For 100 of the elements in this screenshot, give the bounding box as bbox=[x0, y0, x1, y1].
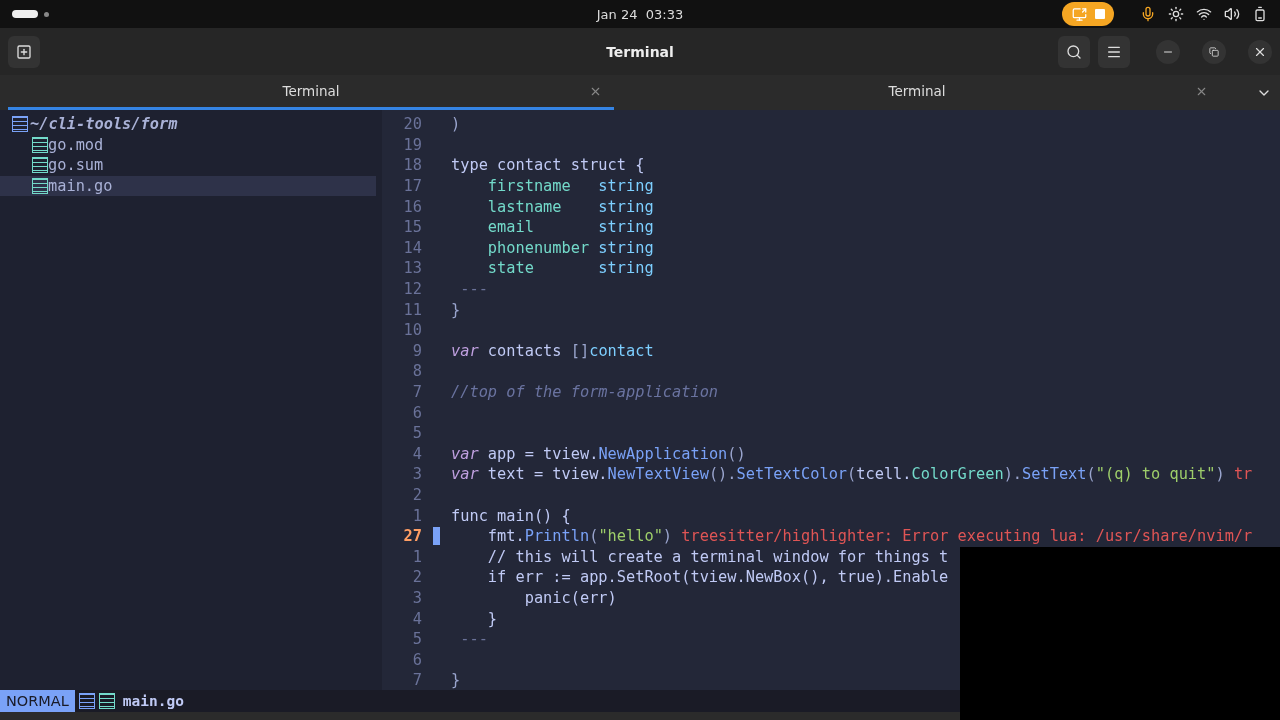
code-token: panic(err) bbox=[523, 588, 617, 607]
line-number: 20 bbox=[402, 115, 422, 134]
file-icon bbox=[32, 178, 48, 195]
line-number: 5 bbox=[411, 630, 422, 649]
code-token: ). bbox=[1003, 465, 1023, 484]
code-token: func main() { bbox=[451, 506, 571, 525]
line-number: 2 bbox=[411, 568, 422, 587]
code-token: () bbox=[727, 444, 746, 463]
line-number: 14 bbox=[402, 238, 422, 257]
code-token: ) bbox=[662, 527, 674, 546]
code-token: contact bbox=[589, 341, 654, 360]
code-token: app = tview. bbox=[486, 444, 599, 463]
search-icon bbox=[1066, 43, 1082, 60]
folder-icon bbox=[12, 116, 28, 133]
code-token: string bbox=[598, 259, 654, 278]
code-token: SetText bbox=[1022, 465, 1087, 484]
battery-icon[interactable] bbox=[1252, 6, 1268, 22]
mode-indicator: NORMAL bbox=[0, 690, 75, 712]
code-token: ( bbox=[847, 465, 857, 484]
restore-button[interactable] bbox=[1202, 39, 1226, 64]
line-number: 6 bbox=[411, 650, 422, 669]
file-icon bbox=[98, 693, 115, 709]
code-token: var bbox=[451, 465, 479, 484]
code-token: string bbox=[598, 218, 654, 237]
line-number: 12 bbox=[402, 280, 422, 299]
line-number: 7 bbox=[411, 671, 422, 690]
code-comment: //top of the form-application bbox=[451, 383, 719, 401]
code-token: string bbox=[598, 177, 654, 196]
code-token: email bbox=[486, 218, 535, 237]
date-time[interactable]: Jan 24 03:33 bbox=[596, 6, 684, 22]
code-token: fmt. bbox=[486, 527, 525, 546]
code-token: var bbox=[451, 444, 479, 463]
line-number: 6 bbox=[411, 403, 422, 422]
workspace-indicator[interactable] bbox=[12, 10, 38, 18]
line-number: 16 bbox=[402, 197, 422, 216]
line-number: 15 bbox=[402, 218, 422, 237]
code-token: ) bbox=[1215, 465, 1226, 484]
code-token: tcell. bbox=[856, 465, 912, 484]
file-icon bbox=[78, 693, 95, 709]
window-title: Terminal bbox=[606, 43, 674, 60]
code-token: ( bbox=[589, 527, 599, 546]
close-button[interactable] bbox=[1248, 39, 1272, 64]
fold-marker: --- bbox=[459, 630, 488, 649]
code-token: } bbox=[451, 300, 461, 319]
minimize-button[interactable] bbox=[1156, 39, 1180, 64]
tree-item[interactable]: main.go bbox=[0, 175, 376, 197]
code-token: phonenumber bbox=[486, 238, 591, 257]
line-number: 5 bbox=[411, 424, 422, 443]
error-message: treesitter/highlighter: Error executing lua: /usr/share/nvim/r bbox=[681, 527, 1253, 546]
code-token: lastname bbox=[486, 197, 563, 216]
line-number: 27 bbox=[402, 527, 422, 546]
wifi-icon[interactable] bbox=[1196, 6, 1212, 22]
line-number: 3 bbox=[411, 465, 422, 484]
terminal-tab[interactable]: Terminal bbox=[614, 75, 1220, 110]
tree-root[interactable]: ~/cli-tools/form bbox=[30, 115, 178, 134]
volume-icon[interactable] bbox=[1224, 6, 1240, 22]
line-number: 19 bbox=[402, 135, 422, 154]
status-file-name: main.go bbox=[122, 693, 184, 709]
microphone-icon[interactable] bbox=[1140, 6, 1156, 22]
line-number: 8 bbox=[411, 362, 422, 381]
code-token: (). bbox=[708, 465, 737, 484]
code-token: state bbox=[486, 259, 535, 278]
code-token: if err := app.SetRoot(tview.NewBox(), true).Enable bbox=[486, 568, 949, 587]
line-number: 4 bbox=[411, 444, 422, 463]
line-number: 1 bbox=[411, 506, 422, 525]
code-token: [] bbox=[570, 341, 590, 360]
brightness-icon[interactable] bbox=[1168, 6, 1184, 22]
code-token: NewTextView bbox=[607, 465, 709, 484]
code-token: ColorGreen bbox=[911, 465, 1004, 484]
screen-recording-indicator[interactable] bbox=[1062, 2, 1114, 26]
line-number: 10 bbox=[402, 321, 422, 340]
error-message: tr bbox=[1233, 465, 1253, 484]
menu-button[interactable] bbox=[1098, 35, 1130, 68]
code-token: contacts bbox=[486, 341, 563, 360]
search-button[interactable] bbox=[1058, 35, 1090, 68]
workspace-dot[interactable] bbox=[44, 11, 49, 17]
code-token: type contact struct { bbox=[451, 156, 645, 175]
tree-item[interactable]: go.sum bbox=[0, 155, 376, 176]
code-token: Println bbox=[524, 527, 590, 546]
line-number: 2 bbox=[411, 486, 422, 504]
code-token: } bbox=[451, 671, 461, 690]
line-number: 11 bbox=[402, 300, 422, 319]
code-token: ) bbox=[451, 115, 461, 134]
code-token: NewApplication bbox=[598, 444, 728, 463]
line-number: 18 bbox=[402, 156, 422, 175]
tree-item[interactable]: go.mod bbox=[0, 134, 376, 156]
code-token: text = tview. bbox=[486, 465, 608, 484]
new-tab-button[interactable] bbox=[8, 35, 40, 68]
line-number: 7 bbox=[411, 383, 422, 401]
code-token: // this will create a terminal window for things t bbox=[486, 547, 949, 566]
code-token: "hello" bbox=[598, 527, 663, 546]
line-number: 1 bbox=[411, 547, 422, 566]
new-tab-icon bbox=[16, 43, 32, 60]
code-token: "(q) to quit" bbox=[1095, 465, 1216, 484]
line-number: 3 bbox=[411, 588, 422, 607]
line-number: 9 bbox=[411, 341, 422, 360]
code-token: var bbox=[451, 341, 479, 360]
restore-icon bbox=[1209, 46, 1219, 57]
code-token: SetTextColor bbox=[736, 465, 848, 484]
line-number: 13 bbox=[402, 259, 422, 278]
